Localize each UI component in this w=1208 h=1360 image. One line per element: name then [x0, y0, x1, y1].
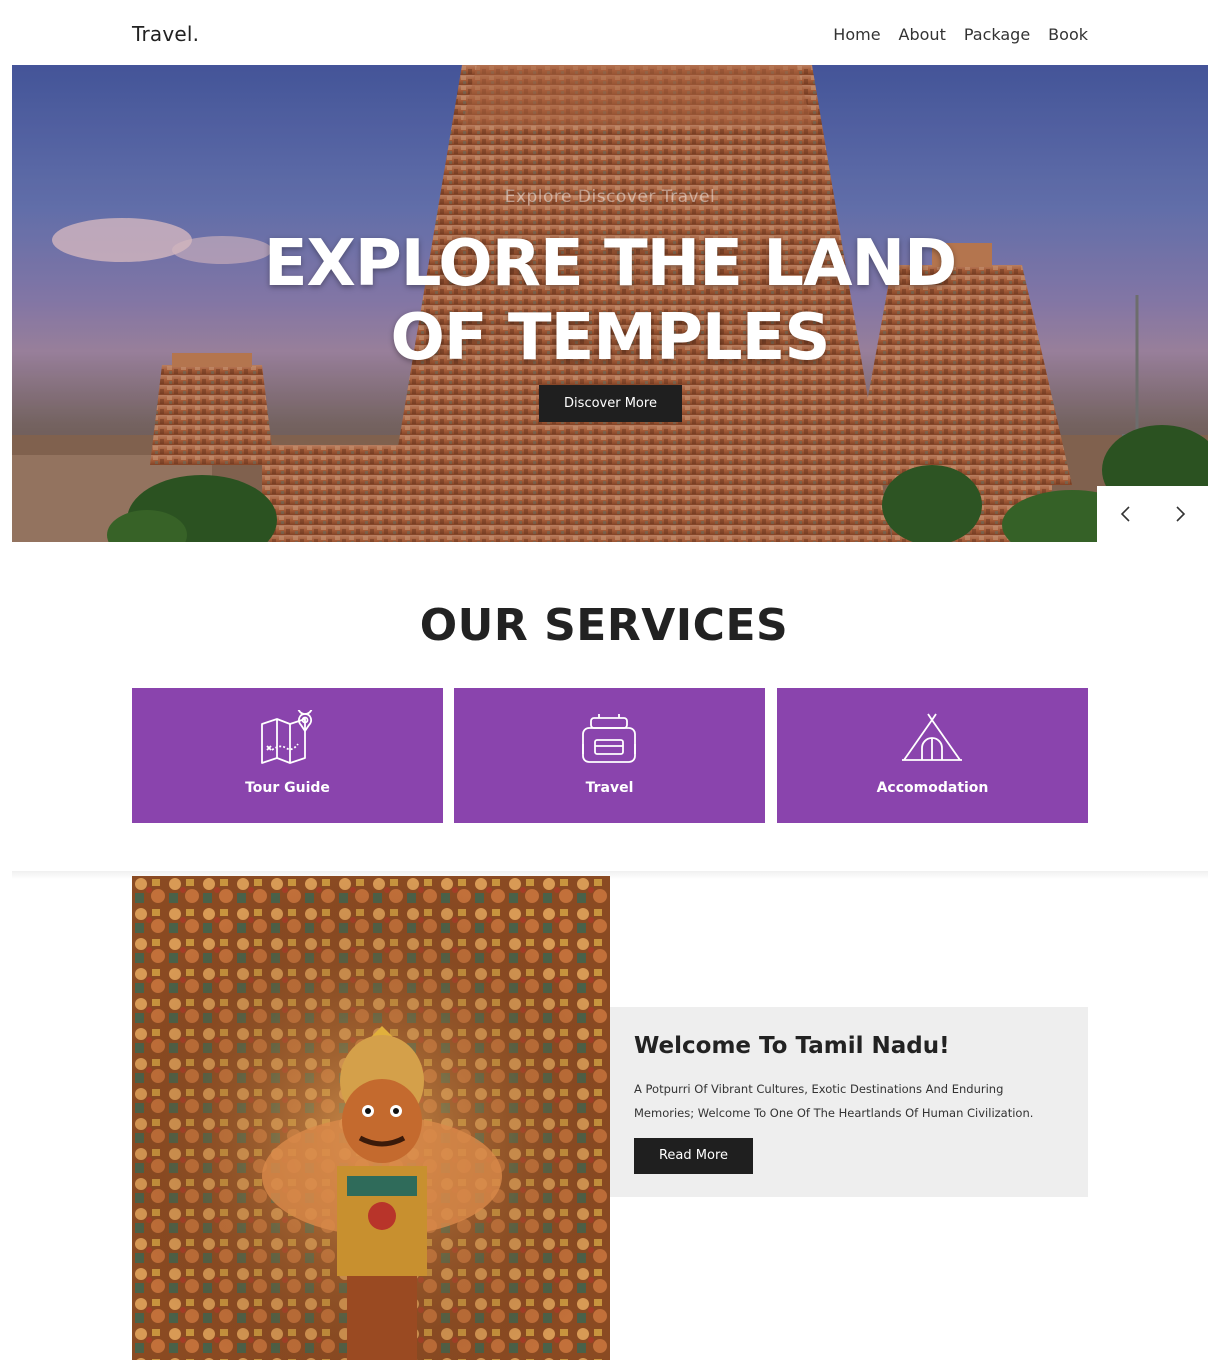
- nav-package[interactable]: Package: [964, 25, 1030, 44]
- welcome-title: Welcome To Tamil Nadu!: [634, 1033, 950, 1059]
- hero-slider: Explore Discover Travel EXPLORE THE LAND…: [12, 65, 1208, 542]
- chevron-right-icon[interactable]: [1165, 500, 1195, 528]
- nav-about[interactable]: About: [899, 25, 946, 44]
- temple-sculpture-image: [132, 876, 610, 1360]
- service-label: Accomodation: [876, 780, 989, 796]
- nav-home[interactable]: Home: [833, 25, 880, 44]
- discover-more-button[interactable]: Discover More: [539, 385, 682, 422]
- service-label: Tour Guide: [245, 780, 330, 796]
- service-label: Travel: [585, 780, 634, 796]
- service-card-accomodation[interactable]: Accomodation: [777, 688, 1088, 823]
- main-nav: Home About Package Book: [833, 25, 1088, 44]
- tent-icon: [902, 713, 962, 761]
- read-more-button[interactable]: Read More: [634, 1138, 753, 1174]
- slider-controls: [1097, 486, 1208, 542]
- welcome-card: Welcome To Tamil Nadu! A Potpurri Of Vib…: [610, 1007, 1088, 1197]
- hero-title-line-1: EXPLORE THE LAND: [263, 227, 957, 301]
- hero-subtitle: Explore Discover Travel: [504, 187, 716, 207]
- backpack-icon: [582, 714, 636, 763]
- chevron-left-icon[interactable]: [1111, 500, 1141, 528]
- service-card-travel[interactable]: Travel: [454, 688, 765, 823]
- welcome-text: A Potpurri Of Vibrant Cultures, Exotic D…: [634, 1082, 1034, 1120]
- map-pin-icon: [261, 710, 313, 764]
- site-header: Travel. Home About Package Book: [0, 0, 1208, 65]
- services-heading: OUR SERVICES: [419, 600, 789, 651]
- services-cards: Tour Guide Travel Accomodation: [132, 688, 1088, 823]
- nav-book[interactable]: Book: [1048, 25, 1088, 44]
- hero-title-line-2: OF TEMPLES: [390, 301, 831, 375]
- hero-title: EXPLORE THE LAND OF TEMPLES: [12, 227, 1208, 375]
- service-card-tour-guide[interactable]: Tour Guide: [132, 688, 443, 823]
- site-logo[interactable]: Travel.: [132, 22, 199, 46]
